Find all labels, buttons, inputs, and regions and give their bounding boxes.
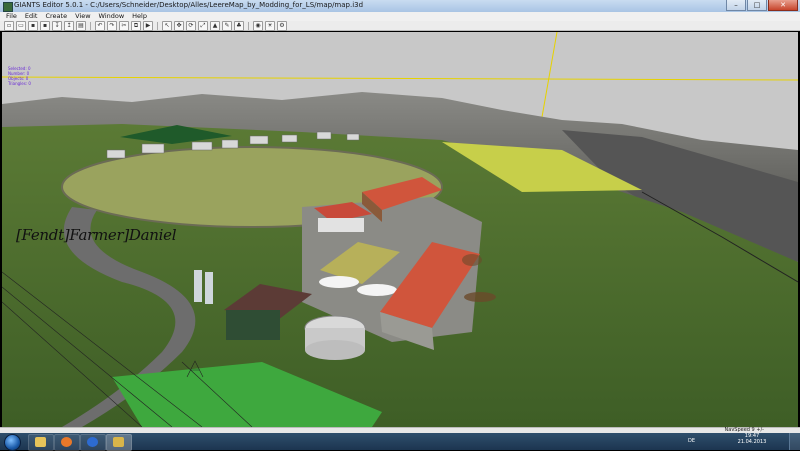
taskbar-explorer[interactable] (28, 434, 54, 451)
maximize-button[interactable]: □ (747, 0, 767, 11)
save-as-icon[interactable]: ▪ (40, 20, 50, 31)
cut-icon[interactable]: ✂ (119, 20, 129, 31)
menu-bar: File Edit Create View Window Help (0, 12, 800, 21)
open-icon[interactable]: ▭ (16, 20, 26, 31)
save-icon[interactable]: ▪ (28, 20, 38, 31)
windows-taskbar: DE 19:47 21.04.2013 (0, 433, 800, 451)
3d-viewport[interactable]: Selected: 0 Number: 0 Objects: 0 Triangl… (2, 32, 798, 427)
clock-date: 21.04.2013 (737, 439, 767, 445)
copy-icon[interactable]: ⧉ (131, 20, 141, 31)
folder-icon (35, 437, 46, 447)
taskbar-media-player[interactable] (80, 434, 106, 451)
new-icon[interactable]: ▫ (4, 20, 14, 31)
window-controls: – □ ✕ (726, 0, 798, 11)
viewport-info: Selected: 0 Number: 0 Objects: 0 Triangl… (8, 66, 31, 86)
taskbar-firefox[interactable] (54, 434, 80, 451)
import-icon[interactable]: ↧ (52, 20, 62, 31)
close-button[interactable]: ✕ (768, 0, 798, 11)
light-icon[interactable]: ☀ (265, 20, 275, 31)
settings-icon[interactable]: ⚙ (277, 20, 287, 31)
show-desktop-button[interactable] (789, 433, 800, 450)
taskbar-giants-editor[interactable] (106, 434, 132, 451)
menu-view[interactable]: View (75, 12, 90, 21)
menu-window[interactable]: Window (99, 12, 125, 21)
print-icon[interactable]: ▤ (76, 20, 86, 31)
watermark-text: [Fendt]Farmer]Daniel (16, 226, 177, 244)
taskbar-clock[interactable]: 19:47 21.04.2013 (732, 433, 772, 445)
move-icon[interactable]: ✥ (174, 20, 184, 31)
toolbar-separator (90, 21, 91, 30)
giants-editor-icon (113, 437, 124, 447)
media-player-icon (87, 437, 98, 447)
play-icon[interactable]: ▶ (143, 20, 153, 31)
camera-icon[interactable]: ◉ (253, 20, 263, 31)
toolbar: ▫ ▭ ▪ ▪ ↧ ↥ ▤ ↶ ↷ ✂ ⧉ ▶ ↖ ✥ ⟳ ⤢ ▲ ✎ ♣ ◉ … (0, 20, 800, 31)
terrain-icon[interactable]: ▲ (210, 20, 220, 31)
export-icon[interactable]: ↥ (64, 20, 74, 31)
toolbar-separator (157, 21, 158, 30)
redo-icon[interactable]: ↷ (107, 20, 117, 31)
start-button[interactable] (4, 434, 21, 451)
select-icon[interactable]: ↖ (162, 20, 172, 31)
window-title: GIANTS Editor 5.0.1 - C:/Users/Schneider… (14, 1, 364, 9)
firefox-icon (61, 437, 72, 447)
rotate-icon[interactable]: ⟳ (186, 20, 196, 31)
minimize-button[interactable]: – (726, 0, 746, 11)
language-indicator[interactable]: DE (688, 438, 695, 444)
paint-icon[interactable]: ✎ (222, 20, 232, 31)
info-line: Triangles: 0 (8, 81, 31, 86)
menu-help[interactable]: Help (132, 12, 147, 21)
menu-edit[interactable]: Edit (25, 12, 38, 21)
toolbar-separator (248, 21, 249, 30)
foliage-icon[interactable]: ♣ (234, 20, 244, 31)
menu-create[interactable]: Create (45, 12, 67, 21)
undo-icon[interactable]: ↶ (95, 20, 105, 31)
menu-file[interactable]: File (6, 12, 17, 21)
scale-icon[interactable]: ⤢ (198, 20, 208, 31)
giants-app-icon (3, 2, 13, 12)
